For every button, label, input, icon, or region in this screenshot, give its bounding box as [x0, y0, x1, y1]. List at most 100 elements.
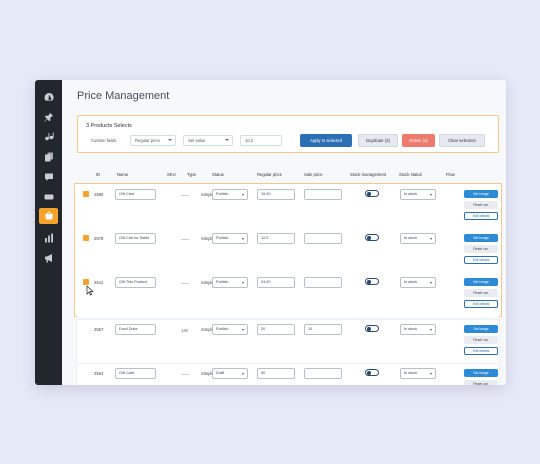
regular-price-input[interactable]: 50: [257, 368, 295, 379]
reset-variations-button[interactable]: Reset var.: [464, 289, 498, 297]
chevron-down-icon: [242, 328, 244, 331]
edit-details-button[interactable]: Edit details: [464, 256, 498, 264]
cell-id: 2557: [94, 327, 104, 332]
edit-details-button[interactable]: Edit details: [464, 347, 498, 355]
chevron-down-icon: [430, 193, 432, 196]
table-row[interactable]: 2578 Gift Cart for Sable —— Simple Publish 12…: [77, 229, 499, 273]
action-select[interactable]: Set value: [183, 135, 233, 146]
stock-management-toggle[interactable]: [365, 278, 379, 285]
col-stock-status[interactable]: Stock status: [399, 172, 422, 177]
media-icon[interactable]: [39, 129, 58, 145]
name-input[interactable]: Food Drive: [115, 324, 156, 335]
stock-management-toggle[interactable]: [365, 234, 379, 241]
pages-icon[interactable]: [39, 149, 58, 165]
main-content: Price Management 3 Products Selects Cust…: [62, 80, 506, 385]
set-image-button[interactable]: Set Image: [464, 190, 498, 198]
stock-status-select[interactable]: In stock: [400, 277, 436, 288]
edit-details-button[interactable]: Edit details: [464, 212, 498, 220]
col-status[interactable]: Status: [212, 172, 224, 177]
chevron-down-icon: [430, 281, 432, 284]
stock-management-toggle[interactable]: [365, 369, 379, 376]
regular-price-input[interactable]: 15.00: [257, 189, 295, 200]
status-select[interactable]: Publish: [212, 233, 248, 244]
col-sku[interactable]: SKU: [167, 172, 176, 177]
stock-management-toggle[interactable]: [365, 325, 379, 332]
status-select[interactable]: Publish: [212, 324, 248, 335]
status-select[interactable]: Publish: [212, 277, 248, 288]
cell-sku: 130: [181, 328, 188, 333]
stock-status-select[interactable]: In stock: [400, 368, 436, 379]
sale-price-input[interactable]: 10: [304, 324, 342, 335]
value-input[interactable]: 10.2: [240, 135, 282, 146]
col-flow[interactable]: Flow: [446, 172, 455, 177]
row-checkbox[interactable]: [83, 191, 89, 197]
chevron-down-icon: [242, 372, 244, 375]
name-input[interactable]: Gift Cart for Sable: [115, 233, 156, 244]
price-field-select[interactable]: Regular price: [130, 135, 176, 146]
cell-id: 2578: [94, 236, 104, 241]
products-icon[interactable]: [39, 208, 58, 224]
chevron-down-icon: [225, 139, 229, 141]
bulk-edit-panel: 3 Products Selects Custom fields Regular…: [77, 115, 499, 153]
table-row[interactable]: 2557 Food Drive 130 Simple Publish 20 10 In sto…: [77, 320, 499, 364]
cell-sku: ——: [181, 193, 190, 198]
col-type[interactable]: Type: [187, 172, 196, 177]
selected-count: 3 Products Selects: [86, 123, 132, 129]
sidebar: [35, 80, 62, 385]
row-checkbox[interactable]: [83, 235, 89, 241]
woo-icon[interactable]: [39, 189, 58, 205]
name-input[interactable]: Gift This Product: [115, 277, 156, 288]
regular-price-input[interactable]: 20: [257, 324, 295, 335]
apply-to-selected-button[interactable]: Apply to selected: [300, 134, 352, 147]
chevron-down-icon: [168, 139, 172, 141]
app-window: Price Management 3 Products Selects Cust…: [35, 80, 506, 385]
set-image-button[interactable]: Set Image: [464, 234, 498, 242]
stock-management-toggle[interactable]: [365, 190, 379, 197]
marketing-icon[interactable]: [39, 250, 58, 266]
chevron-down-icon: [430, 372, 432, 375]
delete-button[interactable]: Delete (3): [402, 134, 435, 147]
table-row[interactable]: 2580 Gift Card —— Simple Publish 15.00 In stoc…: [77, 185, 499, 229]
sale-price-input[interactable]: [304, 368, 342, 379]
regular-price-input[interactable]: 24.00: [257, 277, 295, 288]
field-select[interactable]: Custom fields: [86, 135, 124, 146]
col-id[interactable]: ID: [96, 172, 100, 177]
chevron-down-icon: [242, 237, 244, 240]
regular-price-input[interactable]: 12.0: [257, 233, 295, 244]
table-row[interactable]: 2541 Gift This Product —— Simple Publish 24.0…: [77, 273, 499, 317]
sale-price-input[interactable]: [304, 189, 342, 200]
reset-variations-button[interactable]: Reset var.: [464, 245, 498, 253]
set-image-button[interactable]: Set image: [464, 325, 498, 333]
clear-selection-button[interactable]: Clear selection: [439, 134, 485, 147]
reset-variations-button[interactable]: Reset var.: [464, 201, 498, 209]
edit-details-button[interactable]: Edit details: [464, 300, 498, 308]
sale-price-input[interactable]: [304, 233, 342, 244]
name-input[interactable]: Gift Card: [115, 189, 156, 200]
analytics-icon[interactable]: [39, 230, 58, 246]
set-image-button[interactable]: Set image: [464, 369, 498, 377]
set-image-button[interactable]: Set Image: [464, 278, 498, 286]
reset-variations-button[interactable]: Reset var.: [464, 336, 498, 344]
stock-status-select[interactable]: In stock: [400, 233, 436, 244]
stock-status-select[interactable]: In stock: [400, 324, 436, 335]
status-select[interactable]: Draft: [212, 368, 248, 379]
cell-sku: ——: [181, 372, 190, 377]
page-title: Price Management: [77, 90, 170, 102]
col-regular-price[interactable]: Regular price: [257, 172, 282, 177]
mouse-cursor-icon: [86, 285, 94, 296]
col-name[interactable]: Name: [117, 172, 128, 177]
status-select[interactable]: Publish: [212, 189, 248, 200]
col-stock-management[interactable]: Stock management: [350, 172, 386, 177]
pin-icon[interactable]: [39, 109, 58, 125]
stock-status-select[interactable]: In stock: [400, 189, 436, 200]
comments-icon[interactable]: [39, 169, 58, 185]
dashboard-icon[interactable]: [39, 89, 58, 105]
reset-variations-button[interactable]: Reset var.: [464, 380, 498, 385]
cell-sku: ——: [181, 281, 190, 286]
name-input[interactable]: Gift Card: [115, 368, 156, 379]
table-row[interactable]: 2553 Gift Card —— Simple Draft 50 In stock Set …: [77, 364, 499, 385]
sale-price-input[interactable]: [304, 277, 342, 288]
cell-id: 2541: [94, 280, 104, 285]
duplicate-button[interactable]: Duplicate (3): [358, 134, 398, 147]
col-sale-price[interactable]: Sale price: [304, 172, 323, 177]
